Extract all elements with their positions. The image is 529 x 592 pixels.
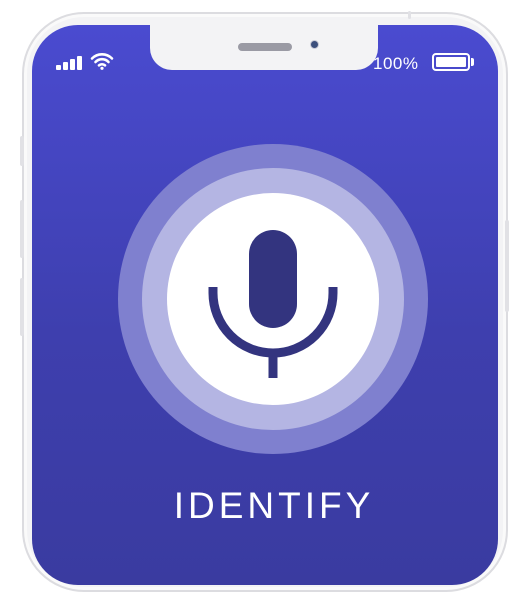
battery-icon xyxy=(432,53,470,71)
phone-volume-up-button xyxy=(20,200,24,258)
phone-notch xyxy=(150,25,378,70)
battery-tip xyxy=(471,58,474,66)
identify-label[interactable]: IDENTIFY xyxy=(32,485,498,527)
wifi-icon xyxy=(90,53,114,70)
microphone-icon xyxy=(208,230,338,378)
front-camera xyxy=(311,41,318,48)
app-screen: 100% IDENTIFY xyxy=(32,25,498,585)
battery-percentage: 100% xyxy=(373,54,419,73)
earpiece-speaker xyxy=(238,43,292,51)
phone-volume-down-button xyxy=(20,278,24,336)
phone-power-button xyxy=(505,220,509,312)
cellular-signal-icon xyxy=(56,56,86,70)
phone-top-edge-button xyxy=(408,11,411,19)
phone-side-button-top xyxy=(20,136,24,166)
battery-level-fill xyxy=(436,57,466,67)
